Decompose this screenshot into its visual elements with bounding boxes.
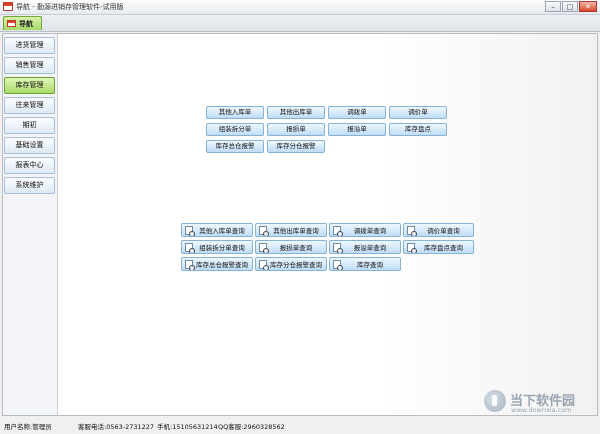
sidebar-item-basic-settings[interactable]: 基础设置 [4,137,55,154]
query-stocktake-button[interactable]: 库存盘点查询 [403,240,474,254]
status-hotline: 客服电话:0563-2731227 [78,423,155,431]
stocktake-button[interactable]: 库存盘点 [389,123,447,136]
window-title: 导航 - 勤源进销存管理软件-试用版 [16,3,124,11]
query-label: 库存盘点查询 [424,244,463,252]
maximize-button[interactable]: □ [562,1,578,12]
query-transfer-button[interactable]: 调拨单查询 [329,223,401,237]
query-label: 调价单查询 [427,227,460,235]
sidebar-item-purchase[interactable]: 进货管理 [4,37,55,54]
other-inbound-button[interactable]: 其他入库单 [206,106,264,119]
sidebar-item-accounts[interactable]: 往来管理 [4,97,55,114]
app-icon [3,2,13,11]
tab-label: 导航 [19,19,33,28]
query-icon [407,242,417,253]
overflow-report-button[interactable]: 报溢单 [328,123,386,136]
query-icon [333,225,343,236]
status-bar: 用户名称:管理员 客服电话:0563-2731227 手机:1510563121… [0,417,600,434]
sidebar: 进货管理 销售管理 库存管理 往来管理 期初 基础设置 报表中心 系统维护 [3,34,58,415]
query-label: 库存总仓报警查询 [196,261,248,269]
minimize-button[interactable]: – [545,1,561,12]
query-icon [333,242,343,253]
status-qq: QQ客服:2960328562 [218,423,285,431]
query-icon [259,225,269,236]
total-stock-alert-button[interactable]: 库存总仓报警 [206,140,264,153]
query-loss-report-button[interactable]: 报损单查询 [255,240,327,254]
sidebar-item-inventory[interactable]: 库存管理 [4,77,55,94]
query-label: 组装拆分单查询 [199,244,245,252]
watermark-logo: 当下软件园 www.downxia.com [484,388,596,416]
navigation-icon [7,20,16,27]
watermark-url: www.downxia.com [511,406,572,414]
query-label: 其他出库单查询 [273,227,319,235]
query-icon [259,242,269,253]
query-other-outbound-button[interactable]: 其他出库单查询 [255,223,327,237]
content-area: 其他入库单 其他出库单 调拨单 调价单 组装拆分单 报损单 报溢单 库存盘点 库… [58,34,597,415]
query-icon [185,259,195,270]
query-label: 调拨单查询 [353,227,387,235]
sidebar-item-opening[interactable]: 期初 [4,117,55,134]
query-overflow-report-button[interactable]: 报溢单查询 [329,240,401,254]
assembly-button[interactable]: 组装拆分单 [206,123,264,136]
main-frame: 进货管理 销售管理 库存管理 往来管理 期初 基础设置 报表中心 系统维护 其他… [2,33,598,416]
sidebar-item-reports[interactable]: 报表中心 [4,157,55,174]
query-other-inbound-button[interactable]: 其他入库单查询 [181,223,253,237]
query-assembly-button[interactable]: 组装拆分单查询 [181,240,253,254]
logo-icon [484,390,506,412]
status-user: 用户名称:管理员 [4,423,52,431]
sidebar-item-sales[interactable]: 销售管理 [4,57,55,74]
query-label: 其他入库单查询 [199,227,245,235]
query-icon [333,259,343,270]
tab-navigation[interactable]: 导航 [3,16,42,30]
query-label: 报溢单查询 [353,244,387,252]
query-label: 库存分仓报警查询 [270,261,322,269]
query-icon [185,225,195,236]
price-adjust-button[interactable]: 调价单 [389,106,447,119]
query-stock-button[interactable]: 库存查询 [329,257,401,271]
query-label: 库存查询 [357,261,383,269]
query-branch-stock-alert-button[interactable]: 库存分仓报警查询 [255,257,327,271]
sidebar-item-system[interactable]: 系统维护 [4,177,55,194]
other-outbound-button[interactable]: 其他出库单 [267,106,325,119]
close-button[interactable]: ✕ [579,1,597,12]
status-mobile: 手机:15105631214 [157,423,218,431]
query-icon [259,259,269,270]
branch-stock-alert-button[interactable]: 库存分仓报警 [267,140,325,153]
title-bar: 导航 - 勤源进销存管理软件-试用版 – □ ✕ [0,0,600,15]
tab-bar: 导航 [0,15,600,32]
query-icon [185,242,195,253]
query-icon [407,225,417,236]
query-total-stock-alert-button[interactable]: 库存总仓报警查询 [181,257,253,271]
transfer-button[interactable]: 调拨单 [328,106,386,119]
window-controls: – □ ✕ [544,1,597,13]
loss-report-button[interactable]: 报损单 [267,123,325,136]
query-label: 报损单查询 [279,244,313,252]
query-price-adjust-button[interactable]: 调价单查询 [403,223,474,237]
